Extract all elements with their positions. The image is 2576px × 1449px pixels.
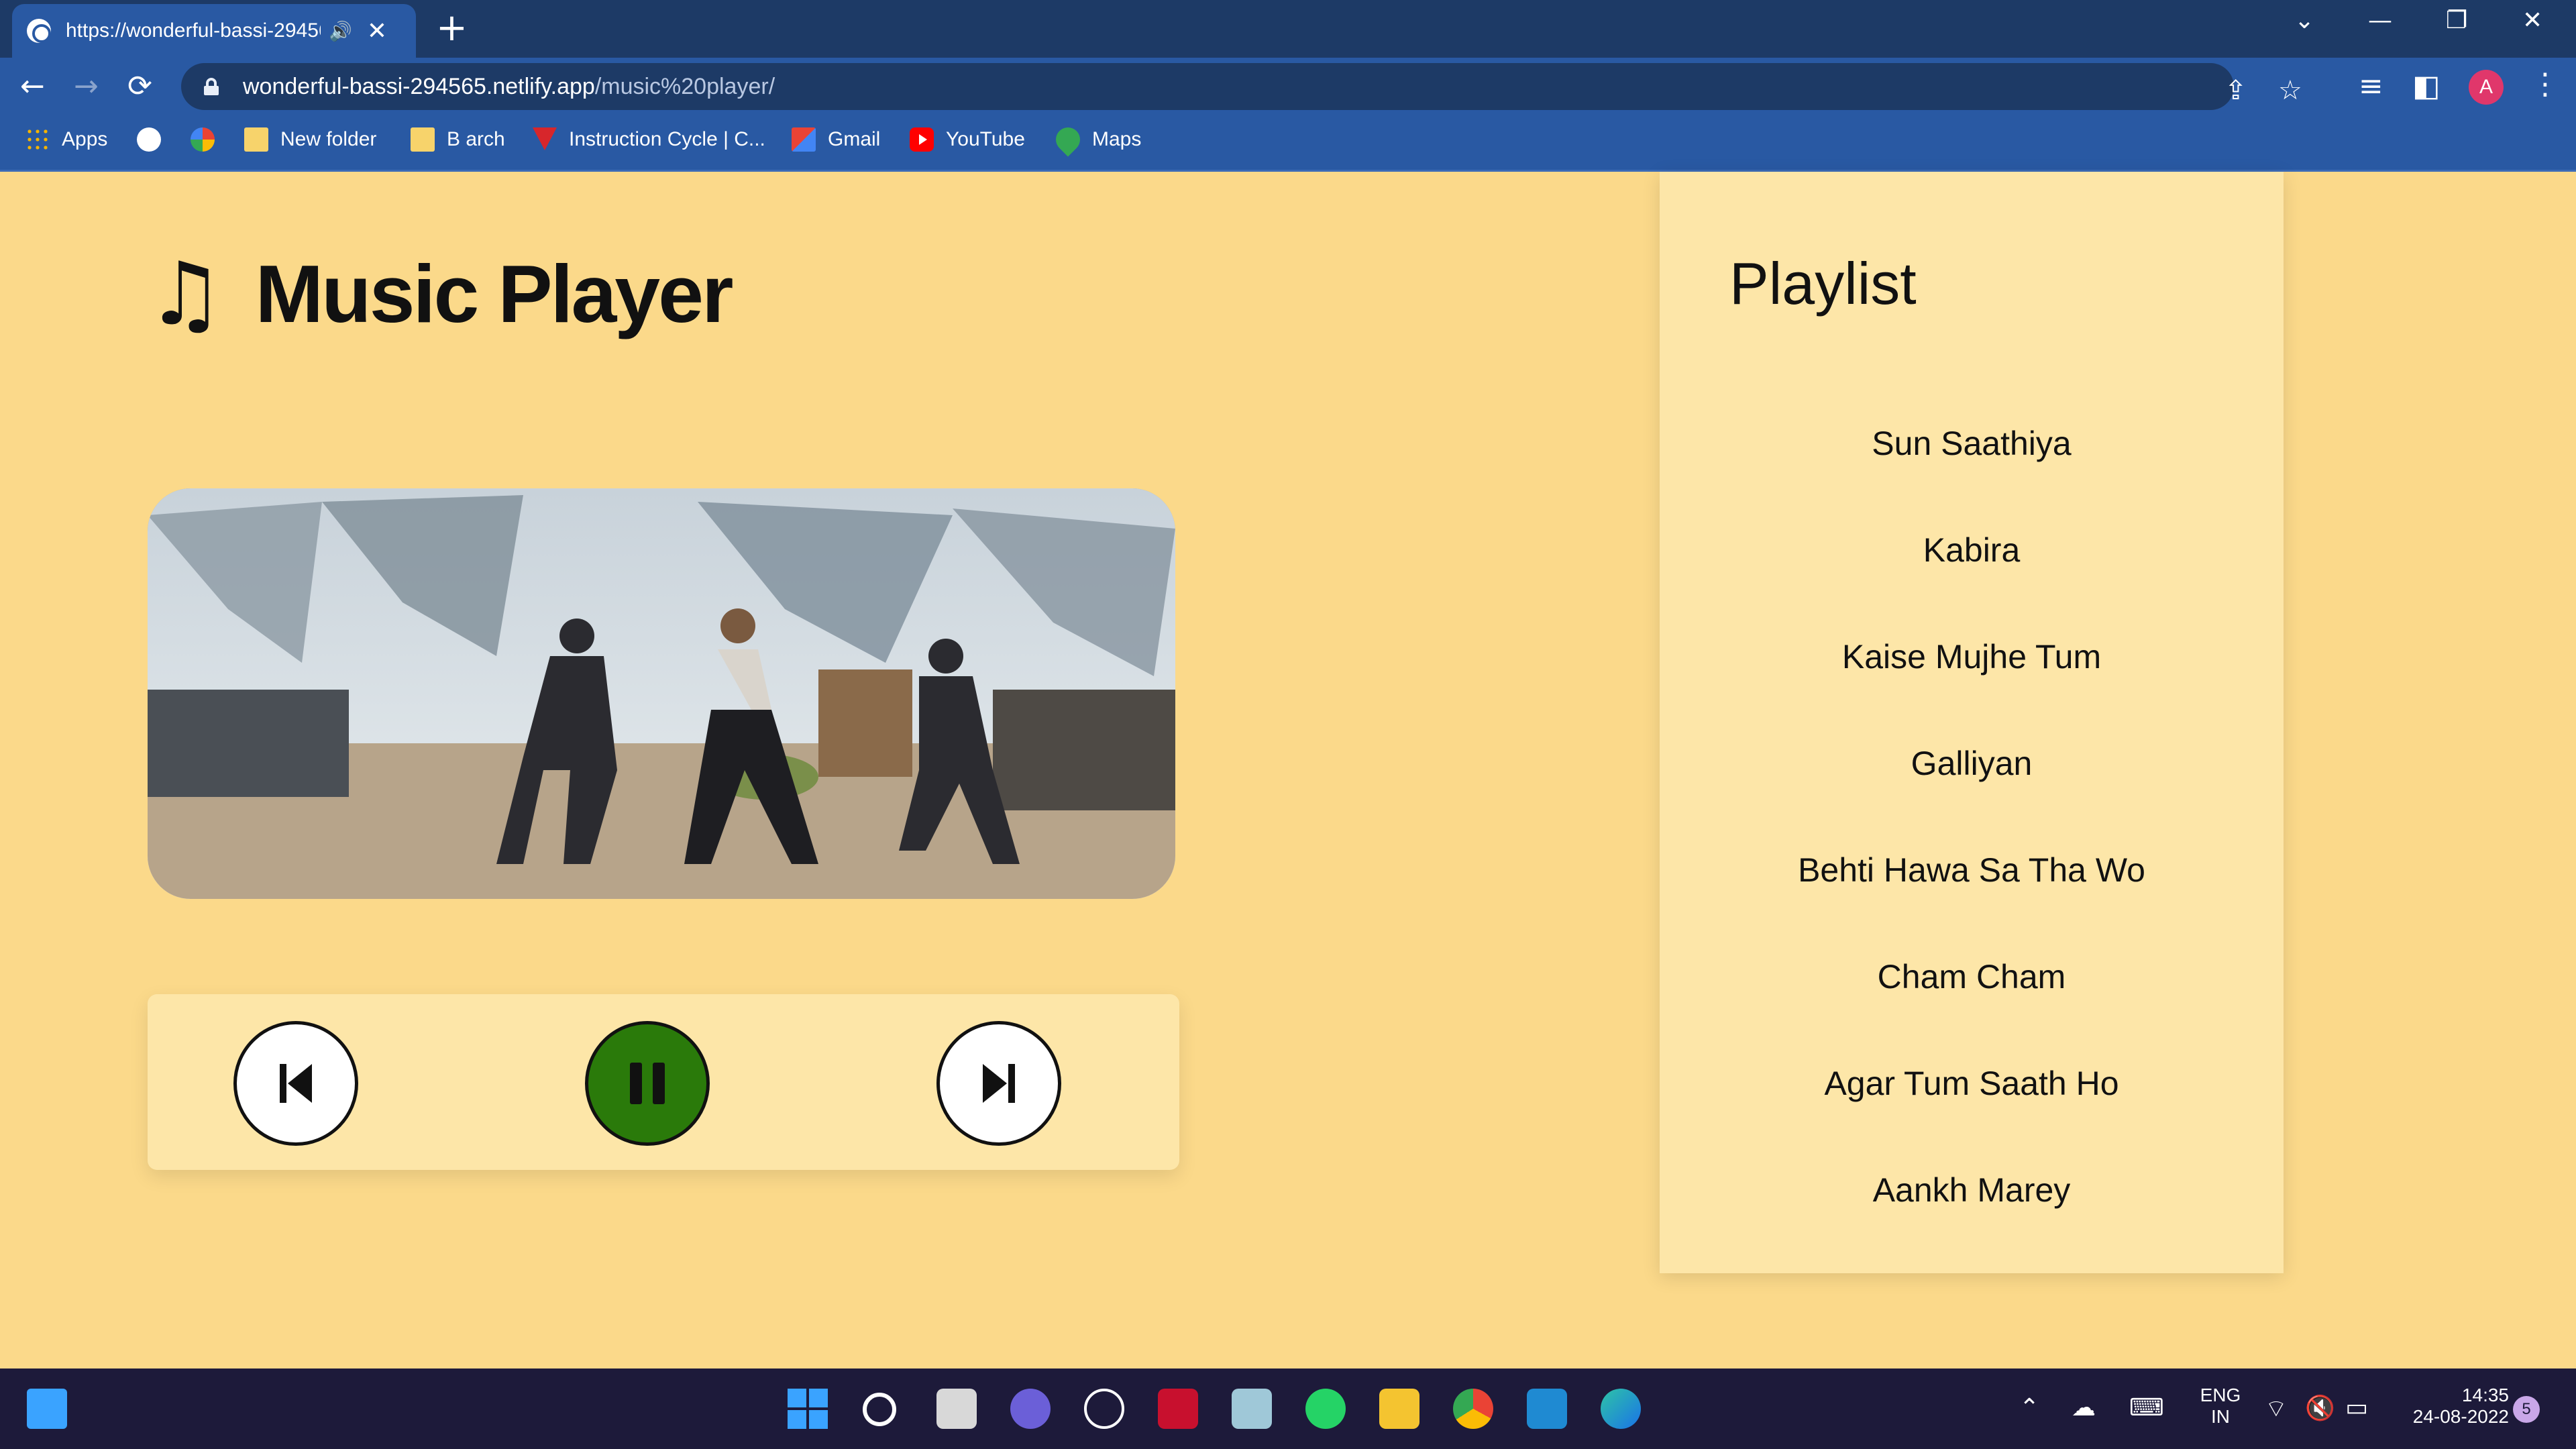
notification-badge[interactable]: 5: [2513, 1396, 2540, 1423]
battery-icon[interactable]: ▭: [2345, 1394, 2368, 1421]
globe-icon: [137, 127, 161, 152]
browser-tab-bar: https://wonderful-bassi-294565 🔊 ✕ + ⌄ —…: [0, 0, 2576, 58]
music-player-page: ♫ Music Player Playlist Sun Saathiya Kab…: [0, 172, 2576, 1368]
skip-previous-icon: [280, 1064, 312, 1103]
widgets-icon[interactable]: [27, 1389, 67, 1429]
edge-icon[interactable]: [1601, 1389, 1641, 1429]
now-playing-video[interactable]: [148, 488, 1175, 899]
speaker-icon[interactable]: 🔊: [329, 20, 352, 42]
task-view-icon[interactable]: [936, 1389, 977, 1429]
chrome-icon[interactable]: [1453, 1389, 1493, 1429]
bookmarks-bar: Apps New folder B arch Instruction Cycle…: [0, 115, 2576, 172]
music-note-icon: ♫: [146, 243, 225, 345]
tab-close-icon[interactable]: ✕: [367, 17, 387, 45]
forward-arrow-icon[interactable]: →: [74, 70, 99, 103]
gmail-icon: [792, 127, 816, 152]
volume-muted-icon[interactable]: 🔇: [2305, 1394, 2335, 1422]
playlist-item[interactable]: Behti Hawa Sa Tha Wo: [1660, 851, 2284, 957]
playlist-heading: Playlist: [1729, 250, 1917, 317]
language-indicator[interactable]: ENG IN: [2194, 1385, 2247, 1428]
teams-chat-icon[interactable]: [1010, 1389, 1051, 1429]
url-host: wonderful-bassi-294565.netlify.app: [243, 73, 595, 99]
maps-pin-icon: [1051, 122, 1085, 157]
site-globe-icon: [27, 19, 51, 43]
playlist-item[interactable]: Cham Cham: [1660, 957, 2284, 1064]
folder-icon: [244, 127, 268, 152]
tab-title: https://wonderful-bassi-294565: [66, 19, 321, 42]
profile-avatar[interactable]: A: [2469, 70, 2504, 105]
bookmark-new-folder[interactable]: New folder: [244, 127, 376, 152]
playlist-item[interactable]: Aankh Marey: [1660, 1171, 2284, 1277]
restore-icon[interactable]: ❐: [2446, 7, 2467, 34]
bookmark-gmail[interactable]: Gmail: [792, 127, 880, 152]
menu-kebab-icon[interactable]: ⋮: [2530, 67, 2560, 101]
bookmark-maps[interactable]: Maps: [1051, 122, 1141, 157]
browser-tab[interactable]: https://wonderful-bassi-294565 🔊 ✕: [12, 4, 416, 58]
reload-icon[interactable]: ⟳: [127, 70, 152, 103]
apps-grid-icon: [25, 127, 50, 152]
wifi-icon[interactable]: ⌔: [2265, 1394, 2288, 1424]
url-path: /music%20player/: [594, 73, 775, 99]
minimize-icon[interactable]: —: [2368, 7, 2392, 34]
onedrive-cloud-icon[interactable]: ☁: [2072, 1394, 2096, 1421]
playlist-item[interactable]: Galliyan: [1660, 744, 2284, 851]
search-icon[interactable]: [863, 1393, 896, 1426]
playlist-item[interactable]: Agar Tum Saath Ho: [1660, 1064, 2284, 1171]
notes-app-icon[interactable]: [1232, 1389, 1272, 1429]
bookmark-b-arch[interactable]: B arch: [411, 127, 505, 152]
side-panel-icon[interactable]: ◧: [2412, 70, 2440, 103]
bookmark-instruction-cycle[interactable]: Instruction Cycle | C...: [533, 127, 765, 152]
folder-icon: [411, 127, 435, 152]
pause-icon: [630, 1063, 665, 1104]
windows-taskbar: ⌃ ☁ ⌨ ENG IN ⌔ 🔇 ▭ 14:35 24-08-2022: [0, 1368, 2576, 1449]
back-arrow-icon[interactable]: ←: [20, 70, 45, 103]
video-frame: [148, 488, 1175, 899]
vscode-icon[interactable]: [1527, 1389, 1567, 1429]
close-window-icon[interactable]: ✕: [2522, 7, 2542, 34]
next-button[interactable]: [936, 1021, 1061, 1146]
clock[interactable]: 14:35 24-08-2022: [2395, 1385, 2509, 1428]
lock-icon[interactable]: [204, 78, 219, 95]
playback-controls: [148, 994, 1179, 1170]
playlist-panel: Playlist Sun Saathiya Kabira Kaise Mujhe…: [1660, 172, 2284, 1273]
pause-button[interactable]: [585, 1021, 710, 1146]
new-tab-button[interactable]: +: [436, 9, 468, 47]
playlist-list: Sun Saathiya Kabira Kaise Mujhe Tum Gall…: [1660, 424, 2284, 1277]
bookmark-globe[interactable]: [137, 127, 173, 152]
chevron-up-icon[interactable]: ⌃: [2019, 1394, 2039, 1421]
whatsapp-icon[interactable]: [1305, 1389, 1346, 1429]
bookmark-apps[interactable]: Apps: [25, 127, 107, 152]
tab-search-icon[interactable]: ⌄: [2294, 7, 2314, 34]
skip-next-icon: [983, 1064, 1015, 1103]
youtube-icon: [910, 127, 934, 152]
mcafee-icon[interactable]: [1158, 1389, 1198, 1429]
playlist-item[interactable]: Sun Saathiya: [1660, 424, 2284, 531]
playlist-item[interactable]: Kaise Mujhe Tum: [1660, 637, 2284, 744]
address-bar[interactable]: wonderful-bassi-294565.netlify.app/music…: [181, 63, 2302, 110]
app-header: ♫ Music Player: [146, 243, 734, 345]
share-icon[interactable]: ⇪: [2224, 75, 2247, 106]
playlist-item[interactable]: Kabira: [1660, 531, 2284, 637]
media-control-icon[interactable]: ≡: [2359, 70, 2383, 103]
previous-button[interactable]: [233, 1021, 358, 1146]
dell-icon[interactable]: [1084, 1389, 1124, 1429]
browser-toolbar: ← → ⟳ wonderful-bassi-294565.netlify.app…: [0, 58, 2576, 115]
file-explorer-icon[interactable]: [1379, 1389, 1419, 1429]
bookmark-star-icon[interactable]: ☆: [2278, 75, 2302, 106]
site-triangle-icon: [533, 127, 557, 152]
bookmark-google[interactable]: [191, 127, 227, 152]
page-title: Music Player: [255, 248, 734, 339]
google-icon: [191, 127, 215, 152]
bookmark-youtube[interactable]: YouTube: [910, 127, 1025, 152]
keyboard-icon[interactable]: ⌨: [2129, 1394, 2164, 1421]
windows-start-icon[interactable]: [788, 1389, 828, 1429]
